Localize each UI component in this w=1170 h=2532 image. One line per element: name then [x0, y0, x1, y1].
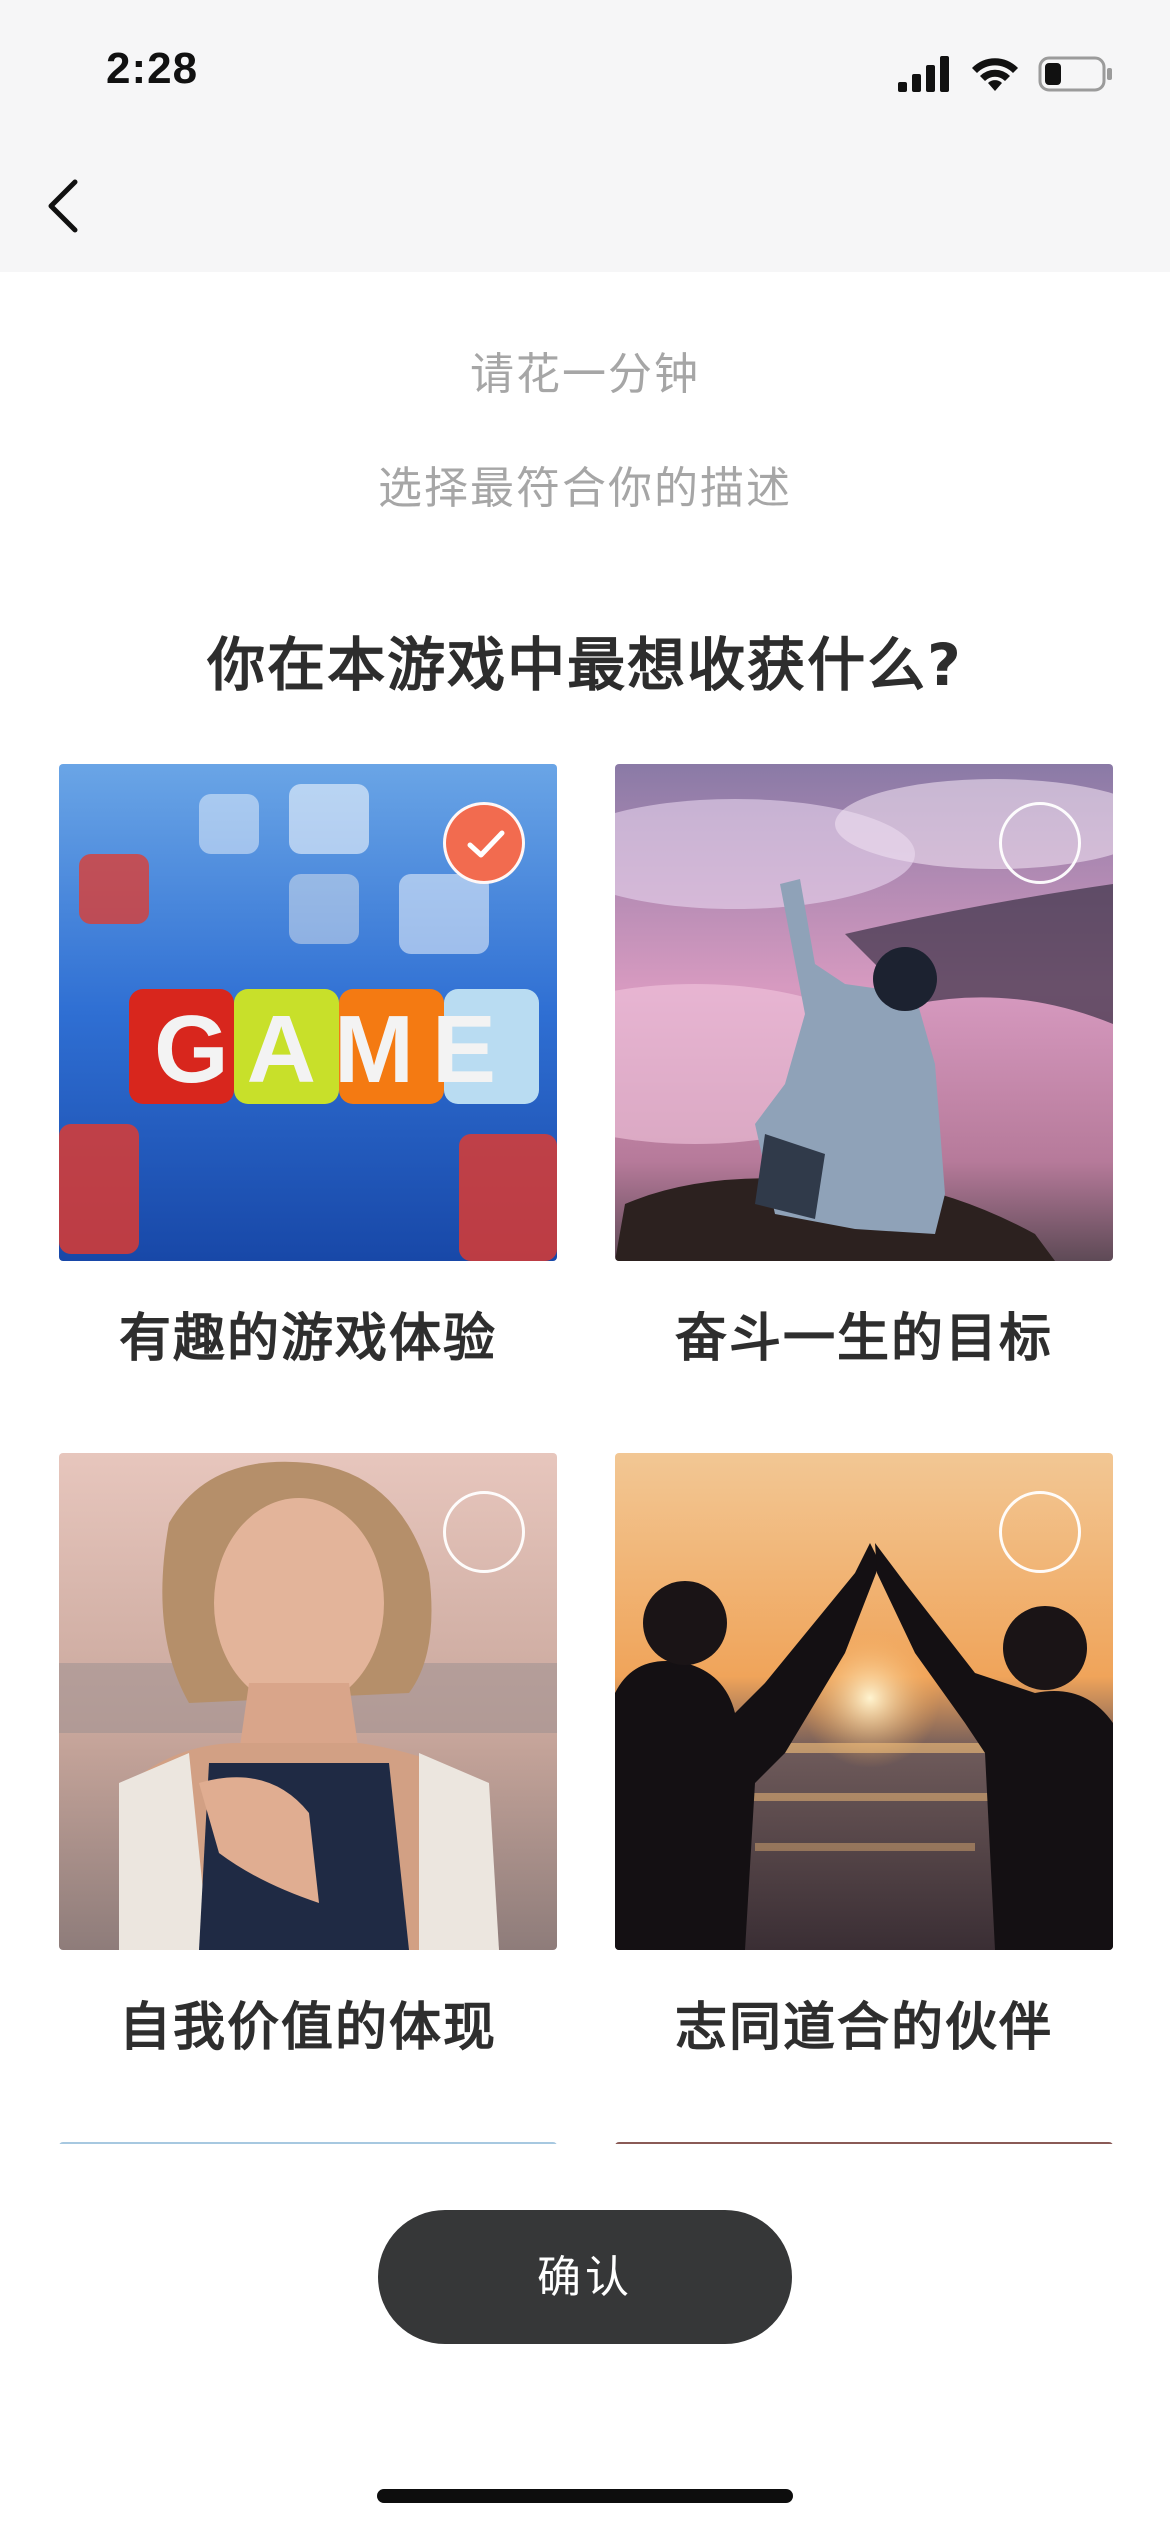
- option-grid: GAME 有趣的游戏体验 奋斗一生的目标 自我价值的体现 志同道合的伙伴: [59, 764, 1113, 2144]
- option-card-self-value[interactable]: 自我价值的体现: [59, 1453, 557, 2058]
- selected-check-circle[interactable]: [443, 802, 525, 884]
- status-time: 2:28: [106, 44, 199, 93]
- question-title: 你在本游戏中最想收获什么?: [207, 631, 963, 699]
- game-letters: GAME: [154, 996, 514, 1103]
- check-icon: [467, 830, 505, 858]
- nav-bar: [0, 140, 1170, 272]
- select-circle[interactable]: [999, 802, 1081, 884]
- option-card-fun-game[interactable]: GAME 有趣的游戏体验: [59, 764, 557, 1369]
- option-card-life-goal[interactable]: 奋斗一生的目标: [615, 764, 1113, 1369]
- back-button[interactable]: [28, 166, 98, 246]
- wifi-icon: [972, 58, 1018, 91]
- option-image-mountain: [615, 764, 1113, 1261]
- cellular-signal-icon: [898, 56, 949, 92]
- option-label: 自我价值的体现: [118, 1998, 497, 2058]
- subtitle-line-2: 选择最符合你的描述: [378, 463, 792, 514]
- option-label: 奋斗一生的目标: [674, 1309, 1053, 1369]
- status-bar: 2:28: [0, 0, 1170, 140]
- option-label: 志同道合的伙伴: [674, 1998, 1053, 2058]
- select-circle[interactable]: [443, 1491, 525, 1573]
- battery-icon: [1038, 56, 1112, 92]
- option-image-high-five: [615, 1453, 1113, 1950]
- option-image-woman: [59, 1453, 557, 1950]
- select-circle[interactable]: [999, 1491, 1081, 1573]
- status-icons: [898, 52, 1114, 96]
- confirm-button[interactable]: 确认: [378, 2210, 792, 2344]
- chevron-left-icon: [48, 179, 78, 233]
- option-label: 有趣的游戏体验: [118, 1309, 497, 1369]
- subtitle-line-1: 请花一分钟: [470, 349, 700, 400]
- option-card-companions[interactable]: 志同道合的伙伴: [615, 1453, 1113, 2058]
- option-image-game: GAME: [59, 764, 557, 1261]
- home-indicator: [377, 2489, 793, 2503]
